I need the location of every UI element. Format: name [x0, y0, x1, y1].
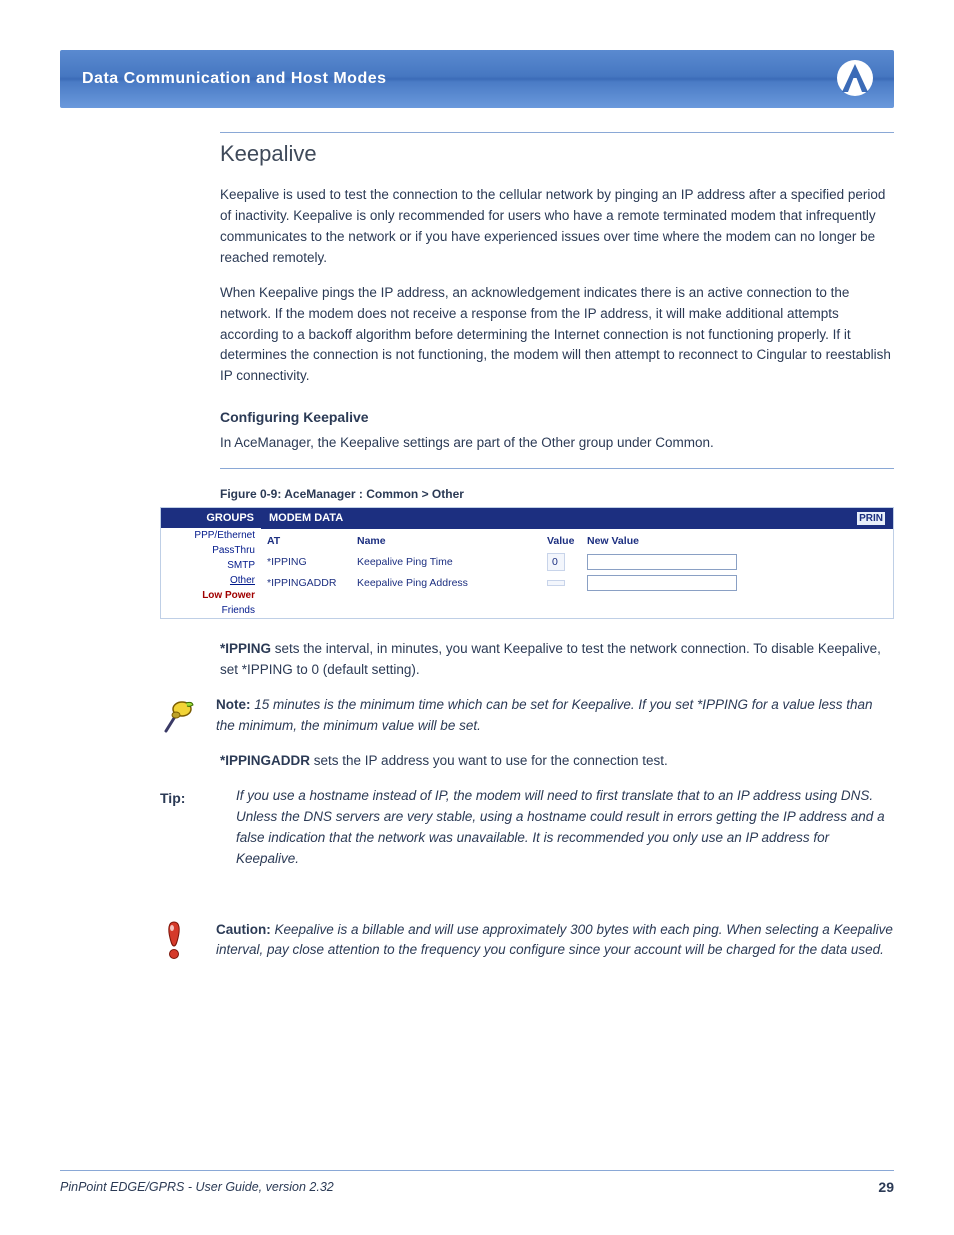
- table-row: *IPPING Keepalive Ping Time 0: [261, 551, 893, 573]
- figure-caption: Figure 0-9: AceManager : Common > Other: [220, 487, 894, 501]
- ippingaddr-paragraph: *IPPINGADDR sets the IP address you want…: [220, 751, 894, 772]
- note-block: Note: 15 minutes is the minimum time whi…: [160, 695, 894, 737]
- table-row: *IPPINGADDR Keepalive Ping Address: [261, 573, 893, 593]
- groups-list: PPP/Ethernet PassThru SMTP Other Low Pow…: [161, 528, 261, 618]
- settings-table: AT Name Value New Value *IPPING Keepaliv…: [261, 529, 893, 593]
- content-area: Keepalive Keepalive is used to test the …: [220, 132, 894, 961]
- col-value: Value: [541, 529, 581, 551]
- tip-block: Tip: If you use a hostname instead of IP…: [160, 786, 894, 870]
- col-new-value: New Value: [581, 529, 893, 551]
- page-footer: PinPoint EDGE/GPRS - User Guide, version…: [60, 1170, 894, 1195]
- note-body: Note: 15 minutes is the minimum time whi…: [216, 695, 894, 737]
- tip-text: If you use a hostname instead of IP, the…: [236, 788, 885, 866]
- ipping-heading: *IPPING: [220, 641, 271, 656]
- value-cell: 0: [547, 553, 565, 571]
- col-name: Name: [351, 529, 541, 551]
- footer-title: PinPoint EDGE/GPRS - User Guide, version…: [60, 1180, 334, 1194]
- group-item[interactable]: PPP/Ethernet: [161, 528, 261, 543]
- group-item-lowpower[interactable]: Low Power: [161, 588, 261, 603]
- pushpin-icon: [160, 695, 200, 735]
- config-body: In AceManager, the Keepalive settings ar…: [220, 433, 894, 454]
- page-number: 29: [878, 1179, 894, 1195]
- groups-header: GROUPS: [161, 508, 261, 528]
- tip-body: If you use a hostname instead of IP, the…: [236, 786, 894, 870]
- name-cell: Keepalive Ping Time: [357, 556, 453, 568]
- groups-panel: GROUPS PPP/Ethernet PassThru SMTP Other …: [161, 508, 261, 618]
- caution-label: Caution:: [216, 922, 271, 937]
- caution-text: Keepalive is a billable and will use app…: [216, 922, 893, 958]
- acemanager-screenshot: GROUPS PPP/Ethernet PassThru SMTP Other …: [160, 507, 894, 619]
- ippingaddr-heading: *IPPINGADDR: [220, 753, 310, 768]
- modem-data-title: MODEM DATA: [269, 512, 343, 525]
- ipping-paragraph: *IPPING sets the interval, in minutes, y…: [220, 639, 894, 681]
- modem-data-panel: MODEM DATA PRIN AT Name Value New Value …: [261, 508, 893, 618]
- tip-label: Tip:: [160, 786, 220, 806]
- caution-block: Caution: Keepalive is a billable and wil…: [160, 920, 894, 962]
- caution-body: Caution: Keepalive is a billable and wil…: [216, 920, 894, 962]
- note-label: Note:: [216, 697, 251, 712]
- new-value-input[interactable]: [587, 554, 737, 570]
- group-item[interactable]: SMTP: [161, 558, 261, 573]
- divider: [220, 468, 894, 469]
- page-header-title: Data Communication and Host Modes: [82, 70, 387, 88]
- brand-logo: [834, 60, 876, 103]
- at-cell: *IPPING: [267, 556, 307, 568]
- ippingaddr-text: sets the IP address you want to use for …: [310, 753, 668, 768]
- config-heading: Configuring Keepalive: [220, 409, 894, 425]
- modem-data-header: MODEM DATA PRIN: [261, 508, 893, 529]
- new-value-input[interactable]: [587, 575, 737, 591]
- print-button[interactable]: PRIN: [857, 512, 885, 525]
- group-item[interactable]: Friends: [161, 603, 261, 618]
- intro-paragraph-1: Keepalive is used to test the connection…: [220, 185, 894, 269]
- intro-paragraph-2: When Keepalive pings the IP address, an …: [220, 283, 894, 388]
- group-item[interactable]: PassThru: [161, 543, 261, 558]
- ipping-text: sets the interval, in minutes, you want …: [220, 641, 881, 677]
- divider: [220, 132, 894, 133]
- name-cell: Keepalive Ping Address: [357, 577, 468, 589]
- page-header: Data Communication and Host Modes: [60, 50, 894, 108]
- at-cell: *IPPINGADDR: [267, 577, 336, 589]
- group-item-other[interactable]: Other: [161, 573, 261, 588]
- section-title: Keepalive: [220, 141, 894, 167]
- value-cell: [547, 580, 565, 586]
- note-text: 15 minutes is the minimum time which can…: [216, 697, 873, 733]
- col-at: AT: [261, 529, 351, 551]
- caution-icon: [160, 920, 200, 960]
